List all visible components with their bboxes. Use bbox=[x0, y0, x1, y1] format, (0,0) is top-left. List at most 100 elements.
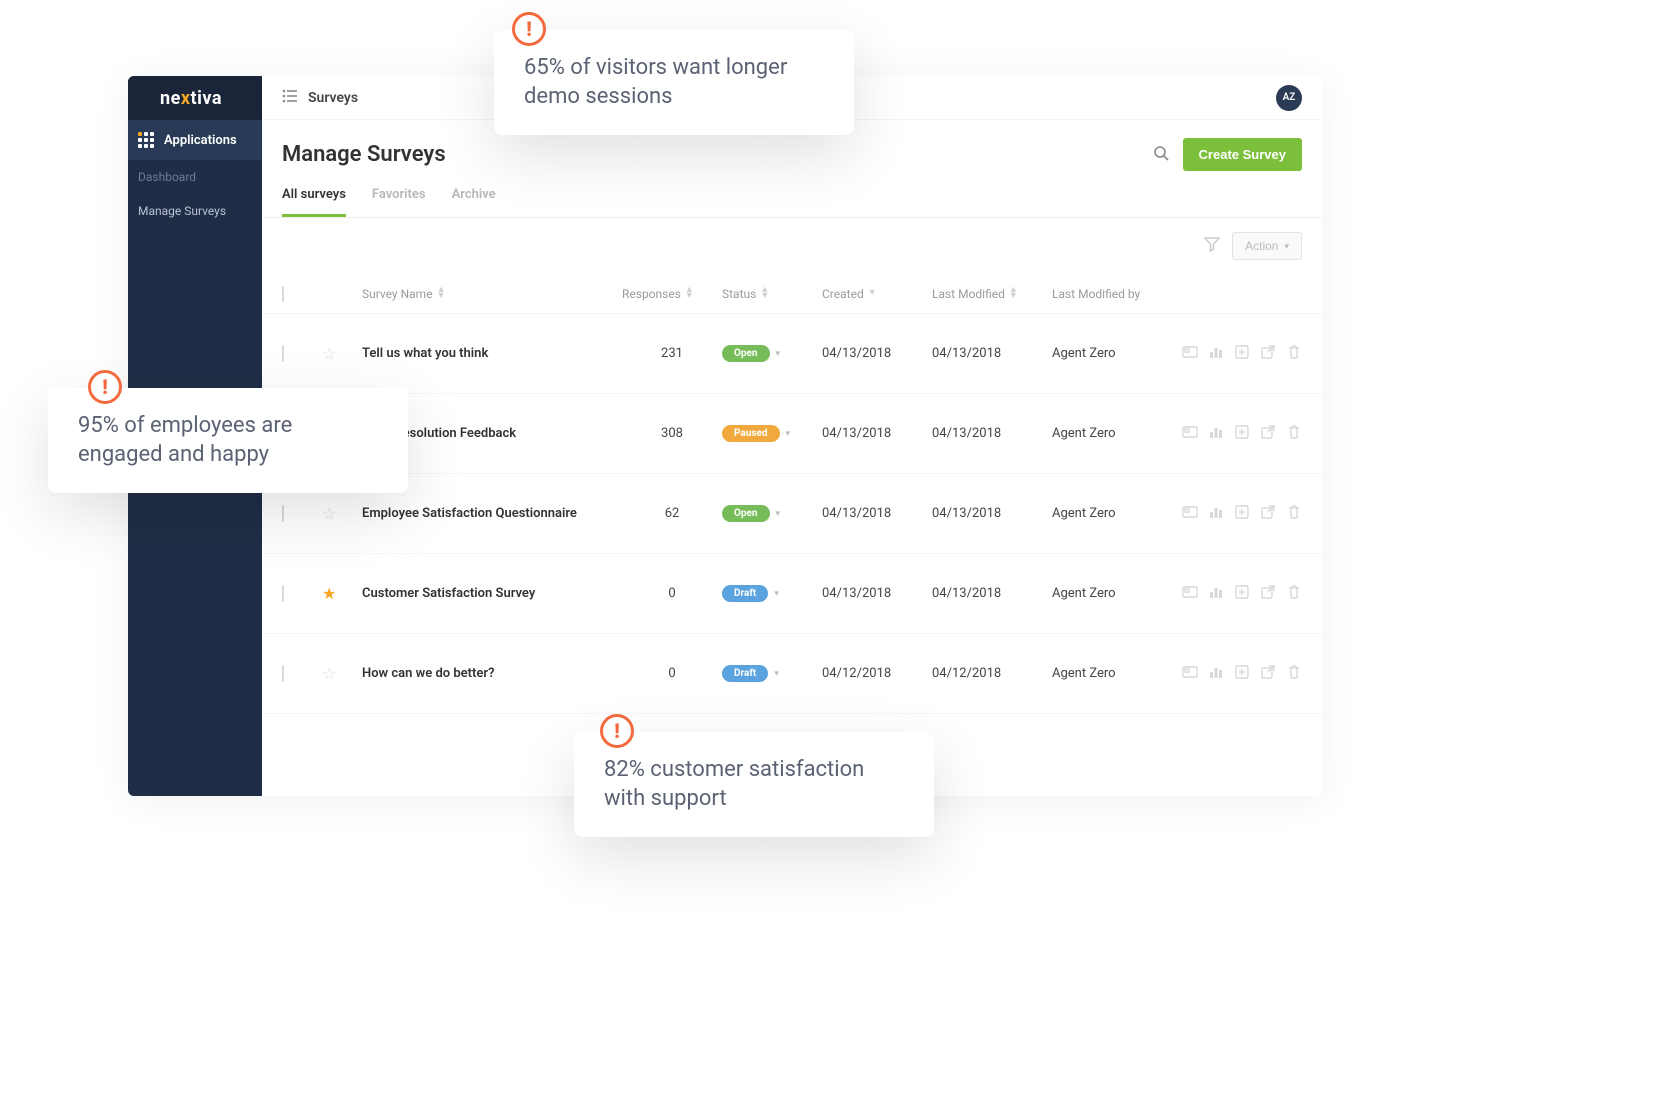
tab-favorites[interactable]: Favorites bbox=[372, 187, 426, 217]
col-survey-name[interactable]: Survey Name▲▼ bbox=[362, 287, 622, 301]
sort-icon: ▼ bbox=[868, 291, 877, 296]
tab-all-surveys[interactable]: All surveys bbox=[282, 187, 346, 217]
row-checkbox[interactable] bbox=[282, 345, 284, 362]
delete-icon[interactable] bbox=[1286, 664, 1302, 684]
chevron-down-icon: ▾ bbox=[1284, 241, 1289, 252]
modified-by: Agent Zero bbox=[1052, 426, 1182, 441]
col-modified-by[interactable]: Last Modified by bbox=[1052, 287, 1182, 301]
modified-date: 04/12/2018 bbox=[932, 666, 1052, 681]
callout-top: ! 65% of visitors want longer demo sessi… bbox=[494, 30, 854, 135]
row-checkbox[interactable] bbox=[282, 585, 284, 602]
table-row[interactable]: ☆How can we do better?0Draft▾04/12/20180… bbox=[262, 634, 1322, 714]
sidebar-item-dashboard[interactable]: Dashboard bbox=[128, 160, 262, 194]
modified-date: 04/13/2018 bbox=[932, 586, 1052, 601]
alert-icon: ! bbox=[88, 370, 122, 404]
page-title: Manage Surveys bbox=[282, 142, 446, 167]
created-date: 04/13/2018 bbox=[822, 426, 932, 441]
preview-icon[interactable] bbox=[1182, 504, 1198, 524]
duplicate-icon[interactable] bbox=[1234, 344, 1250, 364]
table-row[interactable]: ☆Employee Satisfaction Questionnaire62Op… bbox=[262, 474, 1322, 554]
callout-text: 82% customer satisfaction with support bbox=[604, 757, 864, 811]
preview-icon[interactable] bbox=[1182, 344, 1198, 364]
status-cell[interactable]: Draft ▾ bbox=[722, 585, 822, 602]
results-icon[interactable] bbox=[1208, 424, 1224, 444]
favorite-star-icon[interactable]: ☆ bbox=[322, 504, 336, 523]
preview-icon[interactable] bbox=[1182, 664, 1198, 684]
open-external-icon[interactable] bbox=[1260, 344, 1276, 364]
status-cell[interactable]: Paused ▾ bbox=[722, 425, 822, 442]
created-date: 04/12/2018 bbox=[822, 666, 932, 681]
preview-icon[interactable] bbox=[1182, 424, 1198, 444]
delete-icon[interactable] bbox=[1286, 504, 1302, 524]
responses-count: 0 bbox=[622, 666, 722, 681]
chevron-down-icon: ▾ bbox=[786, 429, 791, 439]
open-external-icon[interactable] bbox=[1260, 664, 1276, 684]
col-responses[interactable]: Responses▲▼ bbox=[622, 287, 722, 301]
status-cell[interactable]: Open▾ bbox=[722, 505, 822, 522]
results-icon[interactable] bbox=[1208, 344, 1224, 364]
table-row[interactable]: ☆Tell us what you think231Open▾04/13/201… bbox=[262, 314, 1322, 394]
callout-left: ! 95% of employees are engaged and happy bbox=[48, 388, 408, 493]
status-badge: Open bbox=[722, 345, 770, 362]
duplicate-icon[interactable] bbox=[1234, 584, 1250, 604]
favorite-star-icon[interactable]: ☆ bbox=[322, 664, 336, 683]
chevron-down-icon: ▾ bbox=[774, 669, 779, 679]
table-header: Survey Name▲▼ Responses▲▼ Status▲▼ Creat… bbox=[262, 274, 1322, 314]
created-date: 04/13/2018 bbox=[822, 346, 932, 361]
open-external-icon[interactable] bbox=[1260, 584, 1276, 604]
modified-by: Agent Zero bbox=[1052, 346, 1182, 361]
filter-icon[interactable] bbox=[1204, 236, 1220, 256]
action-button[interactable]: Action ▾ bbox=[1232, 232, 1302, 260]
responses-count: 231 bbox=[622, 346, 722, 361]
created-date: 04/13/2018 bbox=[822, 506, 932, 521]
breadcrumb: Surveys bbox=[308, 90, 358, 106]
avatar[interactable]: AZ bbox=[1276, 85, 1302, 111]
open-external-icon[interactable] bbox=[1260, 424, 1276, 444]
sidebar-item-label: Dashboard bbox=[138, 170, 196, 184]
table-toolbar: Action ▾ bbox=[262, 218, 1322, 274]
tabs: All surveys Favorites Archive bbox=[262, 171, 1322, 218]
duplicate-icon[interactable] bbox=[1234, 424, 1250, 444]
delete-icon[interactable] bbox=[1286, 344, 1302, 364]
select-all-checkbox[interactable] bbox=[282, 286, 284, 302]
survey-name: Employee Satisfaction Questionnaire bbox=[362, 506, 622, 521]
open-external-icon[interactable] bbox=[1260, 504, 1276, 524]
table-row[interactable]: ★Customer Satisfaction Survey0Draft▾04/1… bbox=[262, 554, 1322, 634]
favorite-star-icon[interactable]: ★ bbox=[322, 584, 336, 603]
duplicate-icon[interactable] bbox=[1234, 504, 1250, 524]
row-checkbox[interactable] bbox=[282, 665, 284, 682]
tab-archive[interactable]: Archive bbox=[452, 187, 496, 217]
row-checkbox[interactable] bbox=[282, 505, 284, 522]
created-date: 04/13/2018 bbox=[822, 586, 932, 601]
favorite-star-icon[interactable]: ☆ bbox=[322, 344, 336, 363]
survey-name: Tell us what you think bbox=[362, 346, 622, 361]
callout-bottom: ! 82% customer satisfaction with support bbox=[574, 732, 934, 837]
sort-icon: ▲▼ bbox=[437, 288, 446, 299]
status-cell[interactable]: Open▾ bbox=[722, 345, 822, 362]
col-modified[interactable]: Last Modified▲▼ bbox=[932, 287, 1052, 301]
create-survey-button[interactable]: Create Survey bbox=[1183, 138, 1302, 171]
results-icon[interactable] bbox=[1208, 664, 1224, 684]
chevron-down-icon: ▾ bbox=[774, 589, 779, 599]
duplicate-icon[interactable] bbox=[1234, 664, 1250, 684]
responses-count: 308 bbox=[622, 426, 722, 441]
search-icon[interactable] bbox=[1153, 145, 1169, 165]
status-cell[interactable]: Draft▾ bbox=[722, 665, 822, 682]
chevron-down-icon: ▾ bbox=[776, 509, 781, 519]
sidebar-item-label: Manage Surveys bbox=[138, 204, 226, 218]
delete-icon[interactable] bbox=[1286, 424, 1302, 444]
sidebar-item-manage-surveys[interactable]: Manage Surveys bbox=[128, 194, 262, 228]
status-badge: Paused bbox=[722, 425, 780, 442]
delete-icon[interactable] bbox=[1286, 584, 1302, 604]
table-row[interactable]: ☆Case Resolution Feedback308Paused▾04/13… bbox=[262, 394, 1322, 474]
results-icon[interactable] bbox=[1208, 504, 1224, 524]
col-status[interactable]: Status▲▼ bbox=[722, 287, 822, 301]
preview-icon[interactable] bbox=[1182, 584, 1198, 604]
col-created[interactable]: Created▼ bbox=[822, 287, 932, 301]
results-icon[interactable] bbox=[1208, 584, 1224, 604]
modified-date: 04/13/2018 bbox=[932, 346, 1052, 361]
callout-text: 95% of employees are engaged and happy bbox=[78, 413, 292, 467]
status-badge: Draft bbox=[722, 585, 768, 602]
modified-by: Agent Zero bbox=[1052, 586, 1182, 601]
sidebar-item-applications[interactable]: Applications bbox=[128, 120, 262, 160]
